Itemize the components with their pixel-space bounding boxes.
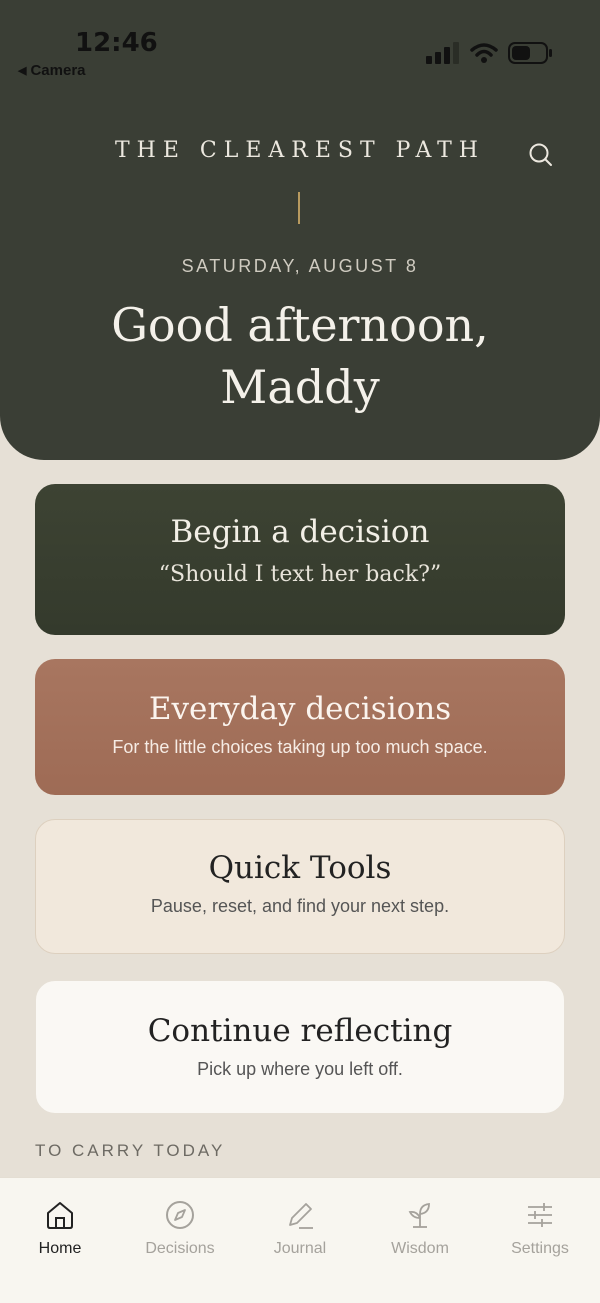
tab-decisions[interactable]: Decisions: [120, 1200, 240, 1258]
back-label: Camera: [30, 62, 86, 79]
header-panel: 12:46 ◀ Camera THE CLEAREST PATH SATURDA…: [0, 0, 600, 460]
tab-label: Wisdom: [391, 1240, 449, 1257]
gold-divider: [298, 192, 300, 224]
app-brand-title: THE CLEAREST PATH: [115, 138, 485, 163]
tab-label: Journal: [273, 1240, 327, 1257]
greeting: Good afternoon, Maddy: [0, 294, 600, 418]
tab-journal[interactable]: Journal: [240, 1200, 360, 1258]
begin-decision-card[interactable]: Begin a decision “Should I text her back…: [35, 484, 565, 635]
status-time: 12:46: [75, 28, 158, 58]
tab-home[interactable]: Home: [0, 1200, 120, 1258]
search-button[interactable]: [528, 142, 554, 173]
date-label: SATURDAY, AUGUST 8: [181, 256, 419, 276]
card-subtitle: Pick up where you left off.: [197, 1059, 403, 1079]
wifi-icon: [470, 43, 498, 63]
card-subtitle: “Should I text her back?”: [158, 562, 442, 587]
card-title: Continue reflecting: [147, 1013, 453, 1049]
card-title: Begin a decision: [170, 514, 430, 550]
sprout-icon: [408, 1202, 430, 1228]
bottom-tab-bar: Home Decisions Journal Wisdom Settings: [0, 1177, 600, 1303]
home-icon: [47, 1202, 73, 1229]
card-subtitle: For the little choices taking up too muc…: [112, 737, 488, 757]
greeting-line-1: Good afternoon,: [111, 298, 489, 352]
signal-icon: [426, 42, 459, 64]
tab-label: Decisions: [145, 1240, 215, 1257]
battery-icon: [508, 42, 552, 64]
section-label-to-carry-today: TO CARRY TODAY: [35, 1141, 226, 1160]
everyday-decisions-card[interactable]: Everyday decisions For the little choice…: [35, 659, 565, 795]
card-subtitle: Pause, reset, and find your next step.: [150, 896, 450, 916]
greeting-line-2: Maddy: [220, 360, 380, 414]
tab-label: Settings: [511, 1240, 569, 1257]
sliders-icon: [528, 1203, 552, 1227]
back-to-camera-link[interactable]: ◀ Camera: [18, 62, 86, 79]
tab-label: Home: [38, 1240, 82, 1257]
back-arrow-icon: ◀: [18, 65, 27, 77]
tab-wisdom[interactable]: Wisdom: [360, 1200, 480, 1258]
tab-settings[interactable]: Settings: [480, 1200, 600, 1258]
continue-reflecting-card[interactable]: Continue reflecting Pick up where you le…: [35, 980, 565, 1114]
pencil-icon: [289, 1203, 313, 1229]
status-icons: [426, 42, 552, 64]
card-title: Quick Tools: [208, 850, 392, 886]
quick-tools-card[interactable]: Quick Tools Pause, reset, and find your …: [35, 819, 565, 954]
compass-icon: [166, 1201, 194, 1229]
card-title: Everyday decisions: [148, 691, 452, 727]
search-icon: [529, 143, 552, 166]
